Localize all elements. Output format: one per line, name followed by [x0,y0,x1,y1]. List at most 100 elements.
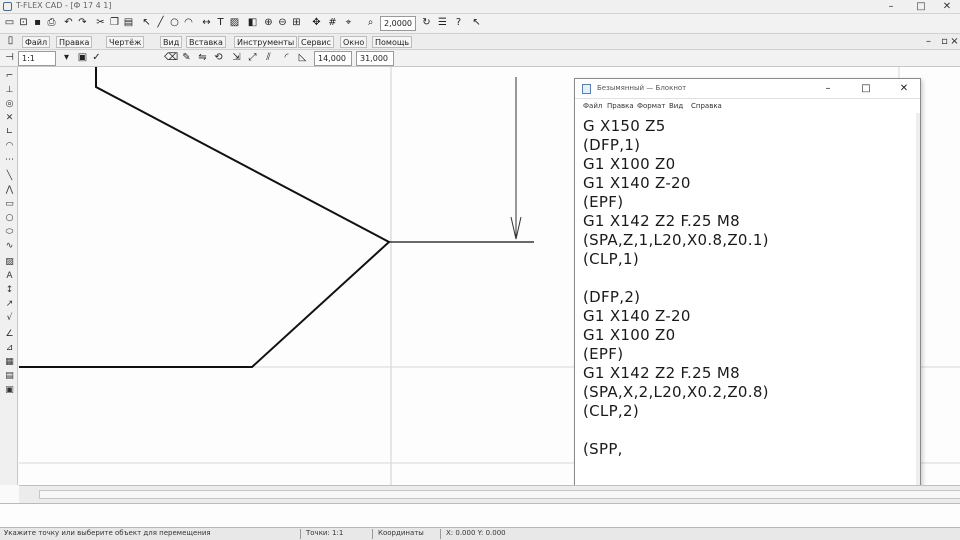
chamfer-icon[interactable]: ◺ [296,52,309,65]
notepad-titlebar[interactable]: Безымянный — Блокнот – □ ✕ [575,79,920,99]
lock-icon[interactable]: ▣ [76,52,89,65]
rectangle-icon[interactable]: ▭ [4,199,15,210]
properties-icon[interactable]: ☰ [436,17,449,30]
coord-x-field[interactable]: 14,000 [314,51,352,66]
coord-y-field[interactable]: 31,000 [356,51,394,66]
zoom-out-icon[interactable]: ⊖ [276,17,289,30]
leader-icon[interactable]: ↗ [4,299,15,310]
notepad-menu-help[interactable]: Справка [691,102,722,110]
doc-close-icon[interactable]: × [948,36,960,49]
snap-midpoint-icon[interactable]: ⊥ [4,85,15,96]
circle-icon[interactable]: ○ [4,213,15,224]
hatch-icon[interactable]: ▨ [228,17,241,30]
angle-icon[interactable]: ∠ [4,329,15,340]
code-line: (SPA,Z,1,L20,X0.8,Z0.1) [583,231,769,249]
trim-icon[interactable]: ⫽ [262,52,275,65]
scroll-track[interactable] [39,490,960,499]
table-icon[interactable]: ▦ [4,357,15,368]
scale-icon[interactable]: ⤢ [246,52,259,65]
help-icon[interactable]: ? [452,17,465,30]
new-file-icon[interactable]: ▭ [3,17,16,30]
print-icon[interactable]: ⎙ [45,17,58,30]
rotate-icon[interactable]: ⟲ [212,52,225,65]
scale-field[interactable]: 1:1 [18,51,56,66]
fillet-icon[interactable]: ◜ [280,52,293,65]
circle-tool-icon[interactable]: ○ [168,17,181,30]
cut-icon[interactable]: ✂ [94,17,107,30]
notepad-menu-edit[interactable]: Правка [607,102,634,110]
roughness-icon[interactable]: √ [4,313,15,324]
mirror-icon[interactable]: ⇋ [196,52,209,65]
notepad-maximize-icon[interactable]: □ [859,82,873,96]
notepad-menu-format[interactable]: Формат [637,102,665,110]
dimension-icon[interactable]: ↔ [200,17,213,30]
notepad-minimize-icon[interactable]: – [821,82,835,96]
grid-icon[interactable]: # [326,17,339,30]
spline-icon[interactable]: ∿ [4,241,15,252]
block-icon[interactable]: ▤ [4,371,15,382]
line-icon[interactable]: ╲ [4,171,15,182]
polyline-icon[interactable]: ⋀ [4,185,15,196]
notepad-window[interactable]: Безымянный — Блокнот – □ ✕ Файл Правка Ф… [574,78,921,530]
snap-intersection-icon[interactable]: ✕ [4,113,15,124]
command-line[interactable] [0,503,960,527]
menu-view[interactable]: Вид [160,36,183,48]
snap-tangent-icon[interactable]: ◠ [4,141,15,152]
copy-icon[interactable]: ❐ [108,17,121,30]
menu-file[interactable]: Файл [22,36,51,48]
refresh-icon[interactable]: ↻ [420,17,433,30]
zoom-icon[interactable]: ⌕ [364,17,377,30]
snap-endpoint-icon[interactable]: ⌐ [4,71,15,82]
save-icon[interactable]: ▪ [31,17,44,30]
drawing-canvas[interactable]: Безымянный — Блокнот – □ ✕ Файл Правка Ф… [19,67,960,530]
menu-help[interactable]: Помощь [372,36,413,48]
layer-icon[interactable]: ◧ [246,17,259,30]
menu-insert[interactable]: Вставка [186,36,226,48]
pin-icon[interactable]: ⊣ [3,52,16,65]
snap-perpendicular-icon[interactable]: ∟ [4,127,15,138]
move-icon[interactable]: ⇲ [230,52,243,65]
check-icon[interactable]: ✓ [90,52,103,65]
open-file-icon[interactable]: ⊡ [17,17,30,30]
dropdown-icon[interactable]: ▾ [60,52,73,65]
zoom-field[interactable]: 2,0000 [380,16,416,31]
menu-window[interactable]: Окно [340,36,368,48]
paste-icon[interactable]: ▤ [122,17,135,30]
horizontal-scrollbar[interactable] [19,485,960,503]
menu-edit[interactable]: Правка [56,36,93,48]
menu-tools[interactable]: Инструменты [234,36,298,48]
part-contour[interactable] [19,67,391,368]
arc-tool-icon[interactable]: ◠ [182,17,195,30]
notepad-close-icon[interactable]: ✕ [897,82,911,96]
snap-nearest-icon[interactable]: ⋯ [4,155,15,166]
pan-icon[interactable]: ✥ [310,17,323,30]
zoom-fit-icon[interactable]: ⊞ [290,17,303,30]
zoom-in-icon[interactable]: ⊕ [262,17,275,30]
ellipse-icon[interactable]: ⬭ [4,227,15,238]
menu-drawing[interactable]: Чертёж [106,36,145,48]
redo-icon[interactable]: ↷ [76,17,89,30]
close-icon[interactable]: ✕ [936,0,958,14]
snap-icon[interactable]: ⌖ [342,17,355,30]
text-icon[interactable]: A [4,271,15,282]
status-divider [300,529,301,539]
line-tool-icon[interactable]: ╱ [154,17,167,30]
notepad-menu-view[interactable]: Вид [669,102,683,110]
dimension-tool-icon[interactable]: ↕ [4,285,15,296]
undo-icon[interactable]: ↶ [62,17,75,30]
menu-service[interactable]: Сервис [298,36,334,48]
hatch-tool-icon[interactable]: ▨ [4,257,15,268]
notepad-text-area[interactable]: G X150 Z5 (DFP,1) G1 X100 Z0 G1 X140 Z-2… [583,117,913,459]
snap-center-icon[interactable]: ◎ [4,99,15,110]
maximize-icon[interactable]: □ [910,0,932,14]
select-icon[interactable]: ↖ [140,17,153,30]
text-tool-icon[interactable]: T [214,17,227,30]
tolerance-icon[interactable]: ⊿ [4,343,15,354]
doc-minimize-icon[interactable]: – [922,36,935,49]
pen-icon[interactable]: ✎ [180,52,193,65]
notepad-menu-file[interactable]: Файл [583,102,602,110]
minimize-icon[interactable]: – [880,0,902,14]
picture-icon[interactable]: ▣ [4,385,15,396]
notepad-scrollbar[interactable] [916,113,920,527]
eraser-icon[interactable]: ⌫ [164,52,178,65]
